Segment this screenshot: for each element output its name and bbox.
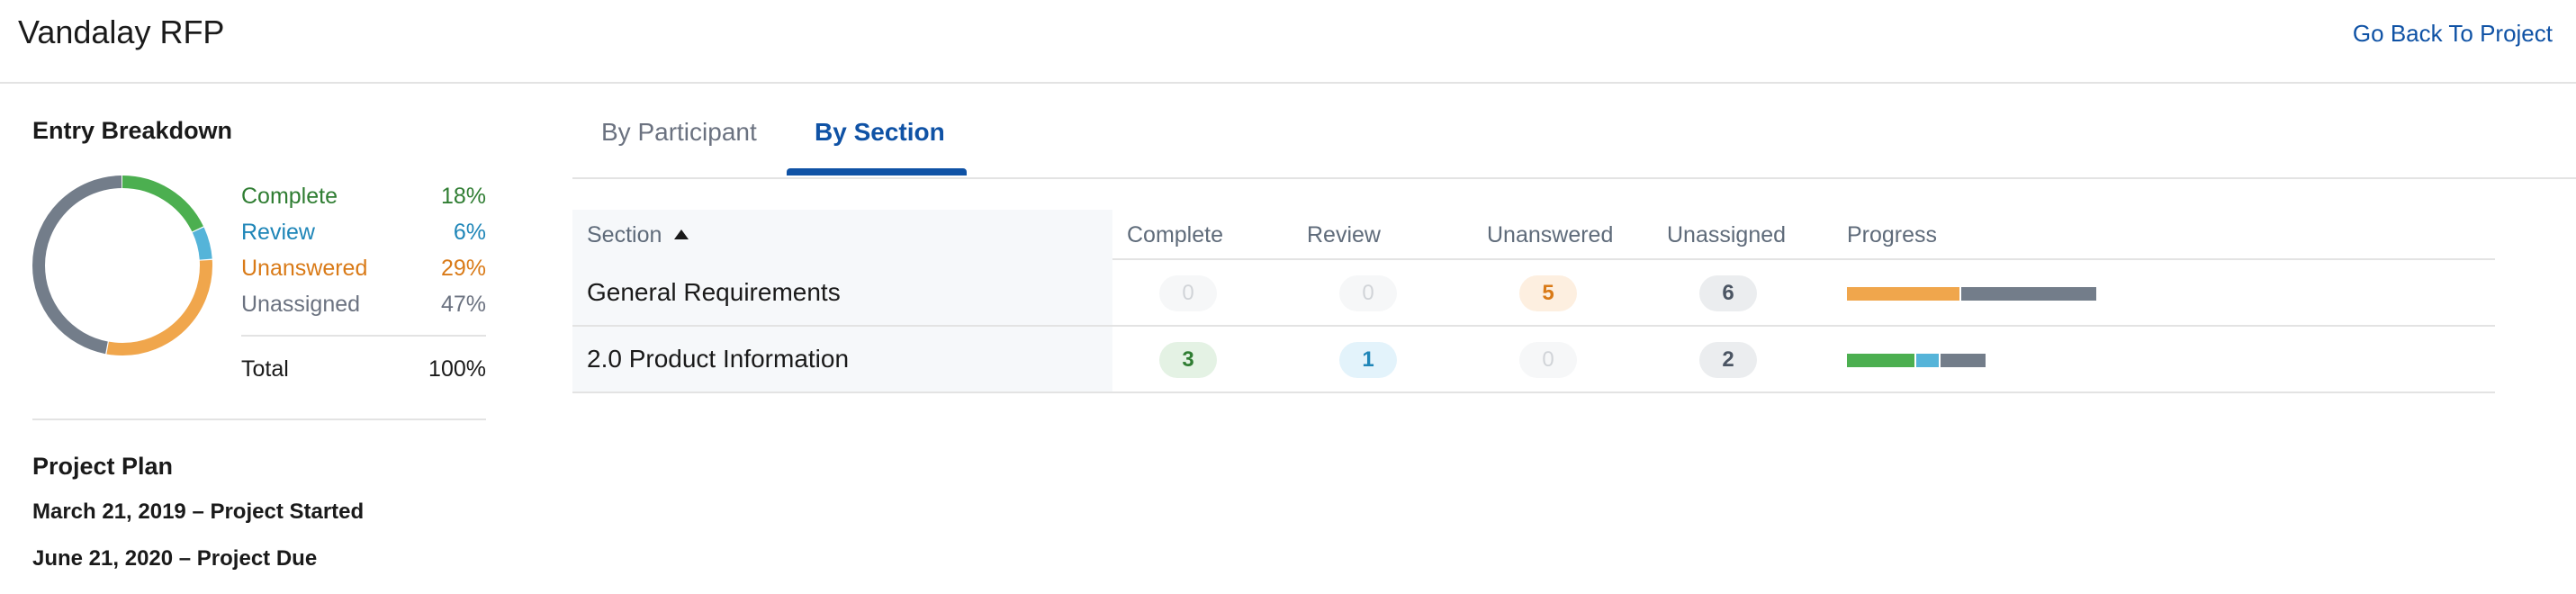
legend-value: 18% [440, 184, 486, 209]
table-header: Section Complete Review Unanswered Unass… [572, 210, 2495, 260]
legend-value: 47% [440, 292, 486, 317]
legend-item-review: Review 6% [241, 214, 486, 250]
legend-item-complete: Complete 18% [241, 178, 486, 214]
tab-by-participant[interactable]: By Participant [601, 114, 757, 150]
column-header-section[interactable]: Section [572, 210, 1112, 260]
legend-label: Review [241, 220, 315, 245]
legend-item-unanswered: Unanswered 29% [241, 250, 486, 286]
complete-count-badge: 3 [1159, 342, 1217, 378]
entry-breakdown-heading: Entry Breakdown [32, 117, 233, 144]
legend-label: Unanswered [241, 256, 368, 281]
column-header-complete[interactable]: Complete [1127, 210, 1223, 260]
go-back-to-project-link[interactable]: Go Back To Project [2353, 18, 2553, 49]
review-count-badge: 0 [1339, 275, 1397, 311]
project-plan-item-started: March 21, 2019 – Project Started [32, 500, 365, 524]
active-tab-indicator [787, 168, 967, 176]
legend-item-unassigned: Unassigned 47% [241, 286, 486, 322]
sidebar: Entry Breakdown Complete 18% Review 6% U… [32, 84, 486, 594]
progress-segment-unassigned [1961, 287, 2096, 301]
complete-count-badge: 0 [1159, 275, 1217, 311]
page-header: Vandalay RFP Go Back To Project [0, 0, 2576, 84]
table-row[interactable]: 2.0 Product Information 3 1 0 2 [572, 327, 2495, 393]
column-header-unanswered[interactable]: Unanswered [1487, 210, 1613, 260]
view-tabs: By Participant By Section [572, 84, 2576, 179]
legend-label: Unassigned [241, 292, 361, 317]
sidebar-divider [32, 418, 486, 420]
section-name[interactable]: 2.0 Product Information [572, 327, 1112, 392]
unanswered-count-badge: 5 [1519, 275, 1577, 311]
progress-segment-unanswered [1847, 287, 1959, 301]
legend-value: 6% [453, 220, 486, 245]
progress-segment-unassigned [1941, 354, 1986, 367]
unanswered-count-badge: 0 [1519, 342, 1577, 378]
progress-bar [1847, 354, 1987, 367]
review-count-badge: 1 [1339, 342, 1397, 378]
table-row[interactable]: General Requirements 0 0 5 6 [572, 260, 2495, 327]
legend-label: Complete [241, 184, 338, 209]
section-name[interactable]: General Requirements [572, 260, 1112, 325]
section-table: Section Complete Review Unanswered Unass… [572, 210, 2495, 393]
tab-by-section[interactable]: By Section [815, 114, 945, 150]
unassigned-count-badge: 6 [1699, 275, 1757, 311]
page-title: Vandalay RFP [18, 14, 225, 50]
legend-divider [241, 335, 486, 337]
entry-breakdown-donut-chart [32, 176, 212, 356]
column-header-progress[interactable]: Progress [1847, 210, 1937, 260]
column-header-review[interactable]: Review [1307, 210, 1381, 260]
project-plan-item-due: June 21, 2020 – Project Due [32, 546, 318, 571]
legend-total-value: 100% [428, 356, 486, 382]
project-plan-heading: Project Plan [32, 453, 174, 480]
unassigned-count-badge: 2 [1699, 342, 1757, 378]
entry-breakdown-legend: Complete 18% Review 6% Unanswered 29% Un… [241, 178, 486, 387]
column-header-label: Section [587, 222, 662, 248]
progress-segment-complete [1847, 354, 1914, 367]
legend-value: 29% [440, 256, 486, 281]
column-header-unassigned[interactable]: Unassigned [1667, 210, 1786, 260]
sort-ascending-icon [674, 230, 689, 239]
legend-total-label: Total [241, 356, 289, 382]
progress-bar [1847, 287, 2098, 301]
progress-segment-review [1916, 354, 1939, 367]
legend-total: Total 100% [241, 351, 486, 387]
